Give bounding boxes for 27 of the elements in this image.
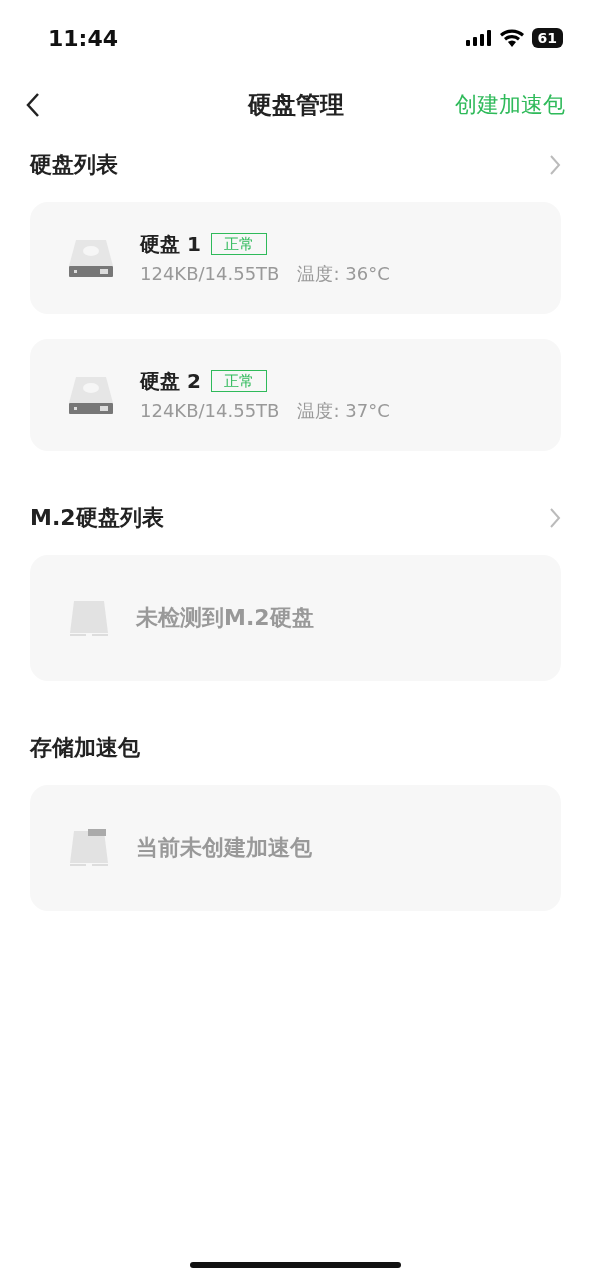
hard-drive-icon	[68, 238, 114, 278]
disk-usage: 124KB/14.55TB	[140, 399, 280, 421]
empty-message: 当前未创建加速包	[136, 834, 312, 862]
section-title: 硬盘列表	[30, 151, 118, 179]
wifi-icon	[499, 29, 524, 47]
status-tag: 正常	[210, 233, 267, 255]
page-title: 硬盘管理	[247, 90, 344, 121]
disk-temperature: 温度: 37°C	[297, 399, 390, 421]
disk-card[interactable]: 硬盘 2 正常 124KB/14.55TB 温度: 37°C	[30, 339, 561, 451]
section-title: 存储加速包	[30, 734, 140, 762]
status-tag: 正常	[210, 370, 267, 392]
hard-drive-icon	[68, 375, 114, 415]
status-time: 11:44	[48, 25, 119, 51]
battery-level: 61	[531, 28, 563, 48]
back-button[interactable]	[26, 92, 40, 118]
disk-card[interactable]: 硬盘 1 正常 124KB/14.55TB 温度: 36°C	[30, 202, 561, 314]
disk-usage: 124KB/14.55TB	[140, 262, 280, 284]
ssd-icon	[68, 829, 110, 867]
empty-message: 未检测到M.2硬盘	[136, 604, 314, 632]
drive-slot-icon	[68, 599, 110, 637]
disk-name: 硬盘 1	[140, 230, 201, 258]
disk-name: 硬盘 2	[140, 367, 201, 395]
section-title: M.2硬盘列表	[30, 504, 164, 532]
disk-temperature: 温度: 36°C	[297, 262, 390, 284]
signal-icon	[465, 30, 492, 46]
chevron-right-icon[interactable]	[549, 154, 561, 176]
chevron-right-icon[interactable]	[549, 507, 561, 529]
